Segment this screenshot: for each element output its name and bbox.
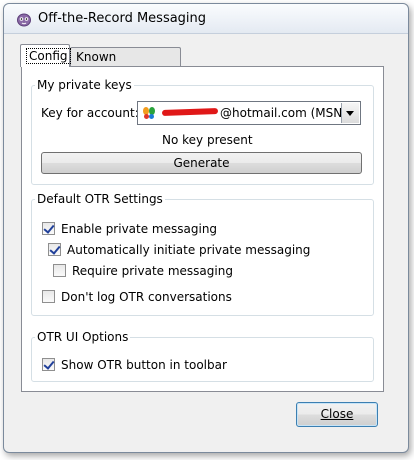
auto-initiate-checkbox[interactable] (48, 243, 61, 256)
title-bar[interactable]: Off-the-Record Messaging (4, 4, 408, 34)
redacted-username (161, 108, 219, 116)
close-button[interactable]: Close (296, 402, 378, 427)
require-private-messaging-checkbox[interactable] (53, 264, 66, 277)
tab-known-fingerprints[interactable]: Known fingerprints (70, 47, 181, 82)
key-for-account-label: Key for account: (41, 106, 139, 120)
window-title: Off-the-Record Messaging (38, 11, 207, 26)
otr-settings-legend: Default OTR Settings (37, 192, 163, 206)
dont-log-checkbox[interactable] (42, 290, 55, 303)
auto-initiate-label: Automatically initiate private messaging (67, 243, 311, 257)
pidgin-app-icon (17, 13, 31, 27)
tab-config[interactable]: Config (20, 44, 71, 67)
tab-config-label: Config (26, 48, 71, 64)
ui-options-legend: OTR UI Options (37, 330, 129, 344)
close-button-label: Close (320, 407, 354, 421)
account-value: @hotmail.com (MSN) (220, 106, 347, 120)
generate-button[interactable]: Generate (41, 152, 362, 174)
otr-ui-options-group: OTR UI Options (31, 330, 374, 382)
private-keys-legend: My private keys (37, 78, 132, 92)
show-otr-button-checkbox[interactable] (42, 358, 55, 371)
account-select[interactable]: @hotmail.com (MSN) (137, 101, 361, 125)
show-otr-button-label: Show OTR button in toolbar (61, 358, 227, 372)
require-private-messaging-label: Require private messaging (72, 264, 233, 278)
key-status: No key present (162, 133, 253, 147)
dropdown-arrow-icon[interactable] (341, 103, 359, 123)
enable-private-messaging-checkbox[interactable] (42, 222, 55, 235)
msn-butterfly-icon (143, 107, 155, 119)
enable-private-messaging-label: Enable private messaging (61, 222, 218, 236)
dont-log-label: Don't log OTR conversations (61, 290, 232, 304)
